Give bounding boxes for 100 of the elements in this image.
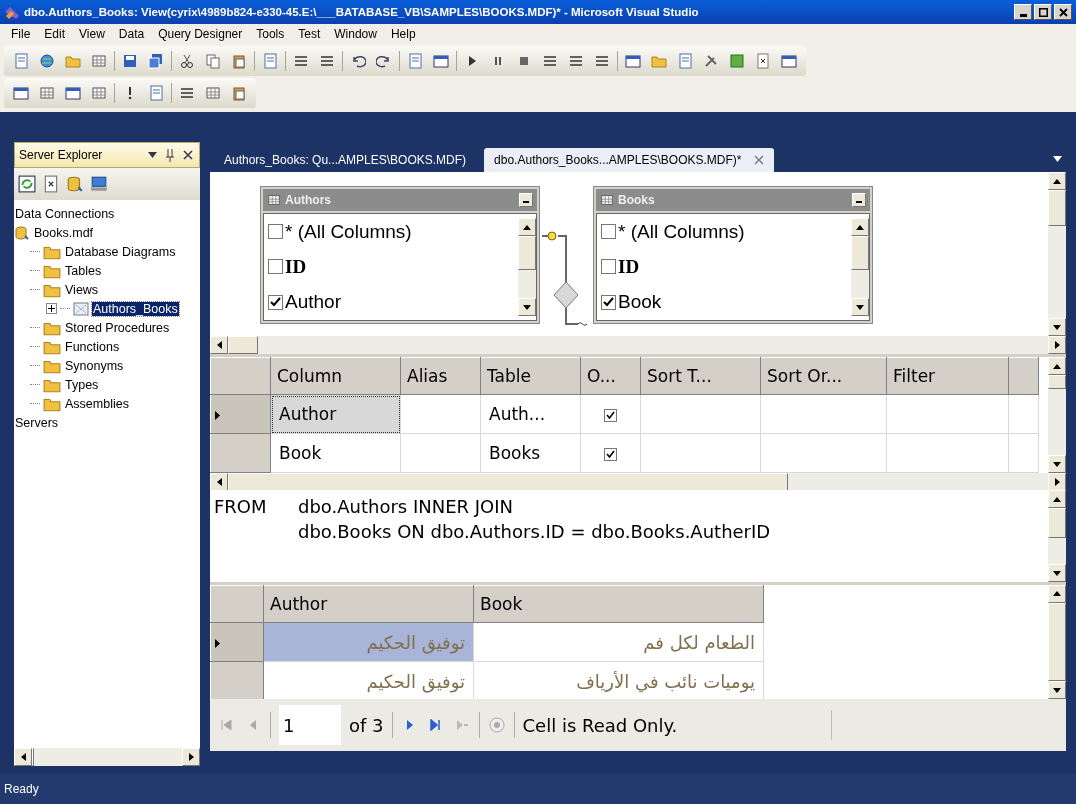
- checkbox[interactable]: [601, 259, 616, 275]
- tree-item[interactable]: Functions: [64, 339, 121, 354]
- document-tab[interactable]: dbo.Authors_Books...AMPLES\BOOKS.MDF)*: [484, 148, 774, 172]
- scroll-thumb[interactable]: [32, 748, 34, 766]
- right-arrow-icon[interactable]: [1054, 478, 1060, 486]
- tree-item[interactable]: Assemblies: [64, 396, 130, 411]
- right-arrow-icon[interactable]: [1054, 341, 1060, 349]
- close-button[interactable]: [1054, 4, 1072, 20]
- copy-icon[interactable]: [205, 53, 221, 69]
- menu-item[interactable]: Help: [383, 27, 423, 41]
- vertical-scrollbar[interactable]: [1048, 357, 1066, 473]
- lines-icon[interactable]: [542, 53, 558, 69]
- lines-icon[interactable]: [179, 85, 195, 101]
- tree-item[interactable]: Stored Procedures: [64, 320, 171, 335]
- scroll-thumb[interactable]: [851, 236, 869, 270]
- vertical-scrollbar[interactable]: [1048, 585, 1066, 699]
- dropdown-icon[interactable]: [1053, 155, 1062, 162]
- table-cell[interactable]: Books: [480, 433, 581, 473]
- minimize-button[interactable]: [852, 193, 866, 207]
- column-header[interactable]: Book: [473, 585, 764, 623]
- square-icon[interactable]: [729, 53, 745, 69]
- lines-icon[interactable]: [568, 53, 584, 69]
- down-arrow-icon[interactable]: [1053, 324, 1061, 330]
- column-header[interactable]: Column: [270, 357, 401, 395]
- restore-button[interactable]: [1034, 4, 1052, 20]
- scissors-icon[interactable]: [179, 53, 195, 69]
- table-cell[interactable]: Book: [270, 433, 401, 473]
- scroll-thumb[interactable]: [1048, 190, 1066, 226]
- minimize-button[interactable]: [519, 193, 533, 207]
- window-icon[interactable]: [13, 85, 29, 101]
- left-arrow-icon[interactable]: [216, 478, 222, 486]
- lines-icon[interactable]: [594, 53, 610, 69]
- checkbox[interactable]: [268, 224, 283, 240]
- menu-item[interactable]: View: [72, 27, 112, 41]
- grid-icon[interactable]: [205, 85, 221, 101]
- lines-icon[interactable]: [293, 53, 309, 69]
- down-arrow-icon[interactable]: [523, 304, 531, 310]
- redo-icon[interactable]: [376, 53, 392, 69]
- row-header[interactable]: [210, 661, 264, 699]
- scroll-thumb[interactable]: [1048, 508, 1066, 538]
- checkbox[interactable]: [268, 294, 283, 310]
- database-icon[interactable]: [66, 175, 84, 193]
- table-cell[interactable]: Auth...: [480, 394, 581, 434]
- window-icon[interactable]: [781, 53, 797, 69]
- refresh-icon[interactable]: [18, 175, 36, 193]
- menu-item[interactable]: Tools: [249, 27, 292, 41]
- lines-icon[interactable]: [319, 53, 335, 69]
- checkbox[interactable]: [601, 224, 616, 240]
- scroll-thumb[interactable]: [228, 336, 258, 354]
- down-arrow-icon[interactable]: [1053, 687, 1061, 693]
- undo-icon[interactable]: [350, 53, 366, 69]
- vertical-scrollbar[interactable]: [518, 218, 536, 316]
- column-header[interactable]: Filter: [886, 357, 1009, 395]
- column-header[interactable]: Sort T...: [640, 357, 761, 395]
- column-header[interactable]: O...: [580, 357, 641, 395]
- window-icon[interactable]: [65, 85, 81, 101]
- tree-item[interactable]: Types: [64, 377, 100, 392]
- grid-icon[interactable]: [39, 85, 55, 101]
- up-arrow-icon[interactable]: [1053, 363, 1061, 369]
- scroll-thumb[interactable]: [1048, 375, 1066, 389]
- up-arrow-icon[interactable]: [523, 224, 531, 230]
- tree-item[interactable]: Books.mdf: [33, 225, 95, 240]
- checkbox[interactable]: [604, 448, 617, 461]
- down-arrow-icon[interactable]: [1053, 461, 1061, 467]
- menu-item[interactable]: Window: [327, 27, 384, 41]
- menu-item[interactable]: Query Designer: [151, 27, 250, 41]
- tree-item[interactable]: Data Connections: [14, 206, 116, 221]
- scroll-thumb[interactable]: [518, 236, 536, 270]
- close-icon[interactable]: [183, 150, 193, 160]
- wrench-icon[interactable]: [703, 53, 719, 69]
- tree-item[interactable]: Synonyms: [64, 358, 125, 373]
- column-header[interactable]: [1008, 357, 1039, 395]
- cross-page-icon[interactable]: [42, 175, 60, 193]
- position-field[interactable]: 1: [279, 705, 341, 745]
- document-tab[interactable]: Authors_Books: Qu...AMPLES\BOOKS.MDF): [214, 148, 477, 172]
- checkbox[interactable]: [268, 259, 283, 275]
- minimize-button[interactable]: [1014, 4, 1032, 20]
- grid-icon[interactable]: [91, 85, 107, 101]
- window-icon[interactable]: [433, 53, 449, 69]
- vertical-scrollbar[interactable]: [1048, 172, 1066, 336]
- menu-item[interactable]: File: [4, 27, 38, 41]
- window-icon[interactable]: [625, 53, 641, 69]
- vertical-scrollbar[interactable]: [851, 218, 869, 316]
- up-arrow-icon[interactable]: [1053, 496, 1061, 502]
- column-header[interactable]: Table: [480, 357, 581, 395]
- left-arrow-icon[interactable]: [20, 753, 26, 761]
- vertical-scrollbar[interactable]: [1048, 490, 1066, 582]
- expand-icon[interactable]: [48, 305, 55, 312]
- disks-icon[interactable]: [148, 53, 164, 69]
- tree-item[interactable]: Database Diagrams: [64, 244, 177, 259]
- column-header[interactable]: Alias: [400, 357, 481, 395]
- tree-item[interactable]: Tables: [64, 263, 103, 278]
- tree-item[interactable]: Servers: [14, 415, 60, 430]
- table-cell[interactable]: الطعام لكل فم: [473, 622, 764, 662]
- clipboard-icon[interactable]: [231, 85, 247, 101]
- table-cell[interactable]: Author: [270, 394, 401, 434]
- left-arrow-icon[interactable]: [216, 341, 222, 349]
- last-record-icon[interactable]: [429, 719, 442, 731]
- checkbox[interactable]: [601, 294, 616, 310]
- globe-icon[interactable]: [39, 53, 55, 69]
